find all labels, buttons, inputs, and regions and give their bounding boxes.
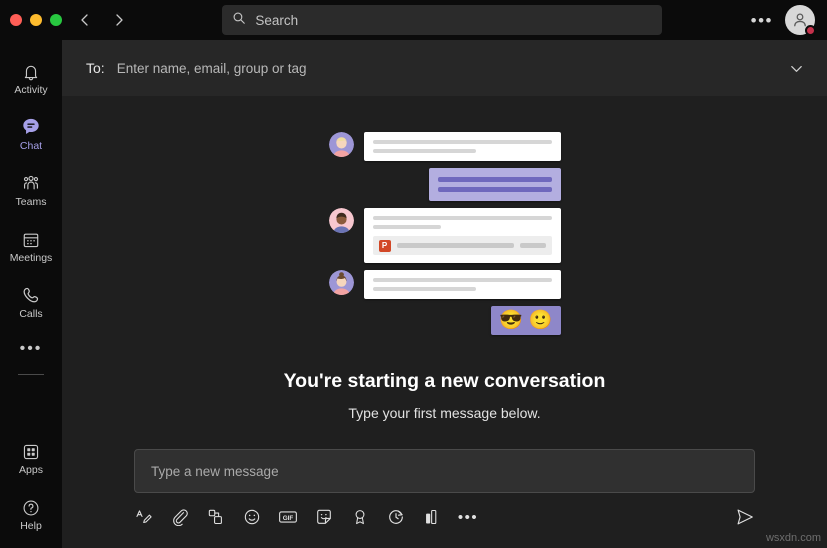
search-icon: [232, 11, 246, 30]
avatar-dark-skin-person: [328, 208, 354, 233]
search-placeholder: Search: [255, 12, 299, 28]
sidebar-item-chat[interactable]: Chat: [0, 106, 62, 162]
sidebar-item-teams[interactable]: Teams: [0, 162, 62, 218]
navigation-buttons: [70, 5, 134, 35]
text-line: [372, 140, 552, 144]
sidebar-item-calls[interactable]: Calls: [0, 274, 62, 330]
title-bar: Search •••: [0, 0, 827, 40]
svg-text:GIF: GIF: [283, 515, 294, 522]
sidebar-bottom: Apps Help: [0, 430, 62, 548]
gif-icon[interactable]: GIF: [278, 507, 298, 527]
avatar[interactable]: [785, 5, 816, 36]
recipient-input[interactable]: Enter name, email, group or tag: [117, 61, 776, 76]
close-window-button[interactable]: [10, 14, 22, 26]
minimize-window-button[interactable]: [30, 14, 42, 26]
people-icon: [20, 172, 42, 194]
text-line: [372, 278, 552, 282]
more-options-icon[interactable]: •••: [458, 507, 478, 527]
sidebar-item-label: Chat: [19, 140, 43, 153]
sidebar-item-label: Help: [20, 520, 42, 533]
maximize-window-button[interactable]: [50, 14, 62, 26]
text-line: [372, 287, 477, 291]
sidebar-more-apps-button[interactable]: •••: [0, 330, 62, 368]
conversation-empty-state: P 😎 🙂 You're starting a new conversation…: [62, 96, 827, 548]
illustration-message-row: [328, 270, 561, 299]
compose-toolbar: GIF •••: [62, 507, 827, 527]
app-body: Activity Chat Teams Meetings Calls ••• A…: [0, 40, 827, 548]
compose-area: Type a new message: [62, 449, 827, 493]
calendar-icon: [21, 228, 41, 250]
smile-emoji-icon: 🙂: [528, 310, 553, 331]
chevron-down-icon[interactable]: [788, 60, 805, 77]
teams-app-window: Search ••• Activity Chat Teams Meetings …: [0, 0, 827, 548]
text-line: [437, 187, 552, 192]
illustration-message-row: [329, 168, 561, 201]
meet-now-icon[interactable]: [386, 507, 406, 527]
left-sidebar: Activity Chat Teams Meetings Calls ••• A…: [0, 40, 62, 548]
window-controls: [0, 14, 68, 26]
page-subtitle: Type your first message below.: [348, 405, 541, 421]
sidebar-divider: [18, 374, 44, 375]
sidebar-item-activity[interactable]: Activity: [0, 50, 62, 106]
send-paper-plane-icon[interactable]: [735, 507, 755, 527]
chat-bubble-icon: [20, 116, 42, 138]
illustration-bubble-own: [428, 168, 561, 201]
page-title: You're starting a new conversation: [283, 370, 606, 392]
sidebar-item-label: Calls: [19, 308, 43, 321]
powerpoint-file-icon: P: [378, 239, 391, 252]
back-arrow-icon[interactable]: [70, 5, 100, 35]
message-input[interactable]: Type a new message: [134, 449, 755, 493]
attach-paperclip-icon[interactable]: [170, 507, 190, 527]
text-line: [372, 149, 477, 153]
emoji-icon[interactable]: [242, 507, 262, 527]
illustration-bubble: [363, 270, 561, 299]
filename-placeholder: [396, 243, 514, 248]
question-circle-icon: [21, 496, 41, 518]
sidebar-item-label: Teams: [15, 196, 47, 209]
illustration-file-attachment: P: [372, 236, 552, 255]
text-line: [372, 225, 441, 229]
message-placeholder: Type a new message: [151, 463, 279, 479]
avatar-bun-woman: [328, 270, 354, 295]
grid-apps-icon: [21, 440, 41, 462]
loop-components-icon[interactable]: [206, 507, 226, 527]
status-badge: [805, 25, 816, 36]
titlebar-right: •••: [751, 5, 827, 36]
phone-icon: [21, 284, 42, 306]
praise-badge-icon[interactable]: [350, 507, 370, 527]
sticker-icon[interactable]: [314, 507, 334, 527]
recipient-header: To: Enter name, email, group or tag: [62, 40, 827, 96]
sidebar-item-label: Activity: [14, 84, 48, 97]
sidebar-item-apps[interactable]: Apps: [0, 430, 62, 486]
forward-arrow-icon[interactable]: [104, 5, 134, 35]
to-label: To:: [86, 60, 105, 76]
poll-icon[interactable]: [422, 507, 442, 527]
illustration-message-row: [328, 132, 561, 161]
illustration-bubble: P: [363, 208, 561, 263]
sidebar-item-label: Meetings: [9, 252, 53, 265]
avatar-blonde-woman: [328, 132, 354, 157]
new-conversation-illustration: P 😎 🙂: [328, 132, 561, 342]
text-line: [372, 216, 552, 220]
sidebar-item-label: Apps: [19, 464, 43, 477]
sidebar-item-help[interactable]: Help: [0, 486, 62, 542]
main-column: To: Enter name, email, group or tag P 😎 …: [62, 40, 827, 548]
illustration-message-row: 😎 🙂: [329, 306, 561, 335]
illustration-bubble: [363, 132, 561, 161]
settings-more-button[interactable]: •••: [751, 12, 773, 29]
sidebar-item-meetings[interactable]: Meetings: [0, 218, 62, 274]
bell-icon: [21, 60, 41, 82]
search-input[interactable]: Search: [222, 5, 663, 35]
illustration-emoji-bubble: 😎 🙂: [491, 306, 561, 335]
text-line: [437, 177, 552, 182]
filesize-placeholder: [519, 243, 546, 248]
illustration-message-row: P: [328, 208, 561, 263]
format-text-icon[interactable]: [134, 507, 154, 527]
sunglasses-emoji-icon: 😎: [499, 310, 523, 331]
search-area: Search: [134, 5, 751, 35]
watermark: wsxdn.com: [765, 532, 821, 544]
